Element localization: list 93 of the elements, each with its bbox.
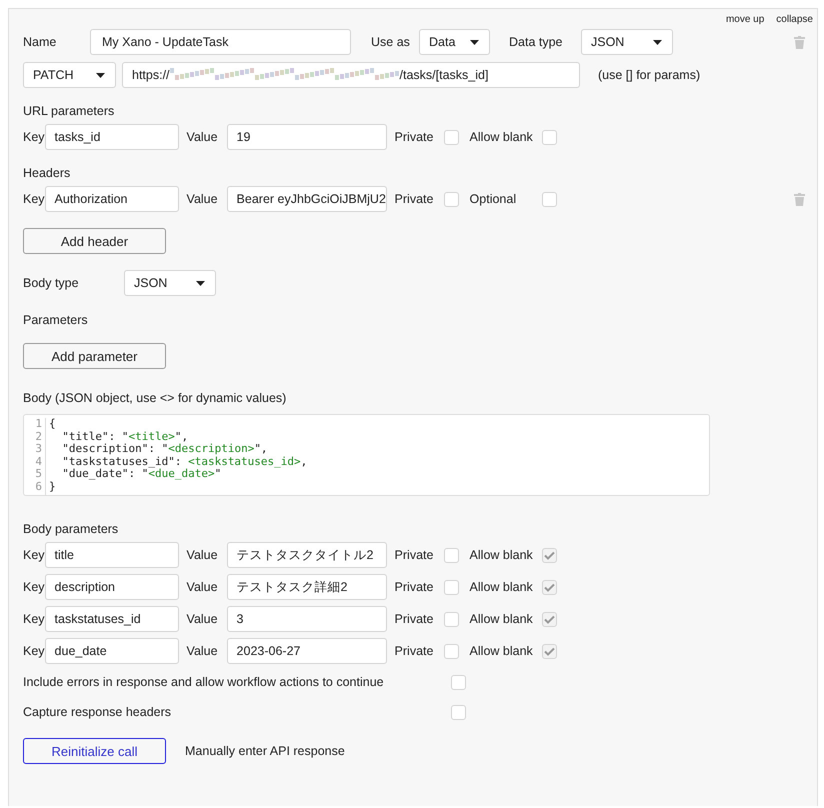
name-label: Name xyxy=(23,35,58,49)
value-field[interactable]: テストタスクタイトル2 xyxy=(226,542,387,568)
data-type-dropdown[interactable]: JSON xyxy=(581,29,673,55)
section-title: URL parameters xyxy=(23,104,116,118)
caret-icon xyxy=(96,72,105,78)
body-type-label: Body type xyxy=(23,276,80,290)
private-label: Private xyxy=(394,192,434,206)
private-label: Private xyxy=(394,130,434,144)
option-label: Allow blank xyxy=(470,130,534,144)
checkbox[interactable] xyxy=(451,704,466,720)
value-label: Value xyxy=(186,192,219,206)
key-label: Key xyxy=(23,192,45,206)
key-field[interactable]: description xyxy=(44,574,179,600)
checkbox[interactable] xyxy=(542,548,557,562)
key-field[interactable]: taskstatuses_id xyxy=(44,606,179,632)
line-number: 4 xyxy=(34,456,42,468)
key-label: Key xyxy=(23,130,45,144)
use-as-dropdown[interactable]: Data xyxy=(419,29,490,55)
data-type-label: Data type xyxy=(509,35,564,49)
checkbox[interactable] xyxy=(444,612,459,626)
value-label: Value xyxy=(186,580,219,594)
line-number: 6 xyxy=(34,480,42,493)
option-label: Allow blank xyxy=(470,580,534,594)
checkbox[interactable] xyxy=(542,644,557,658)
checkbox[interactable] xyxy=(444,580,459,594)
checkbox[interactable] xyxy=(542,612,557,626)
value-label: Value xyxy=(186,612,219,626)
checkbox[interactable] xyxy=(542,192,557,206)
private-label: Private xyxy=(394,612,434,626)
code-line: { xyxy=(49,418,57,430)
checkbox[interactable] xyxy=(444,130,459,144)
body-label: Body (JSON object, use <> for dynamic values) xyxy=(23,391,288,405)
option-label: Capture response headers xyxy=(23,705,172,719)
value-label: Value xyxy=(186,548,219,562)
header-link[interactable]: move up xyxy=(726,15,764,25)
value-field[interactable]: テストタスク詳細2 xyxy=(226,574,387,600)
section-title: Headers xyxy=(23,166,72,180)
option-label: Allow blank xyxy=(470,644,534,658)
line-number: 1 xyxy=(34,418,42,430)
value-field[interactable]: 2023-06-27 xyxy=(226,638,387,664)
trash-icon[interactable] xyxy=(794,192,805,206)
private-label: Private xyxy=(394,644,434,658)
line-number: 2 xyxy=(34,430,42,443)
checkbox[interactable] xyxy=(444,644,459,658)
private-label: Private xyxy=(394,548,434,562)
section-title: Parameters xyxy=(23,313,89,327)
value-label: Value xyxy=(186,644,219,658)
value-field[interactable]: Bearer eyJhbGciOiJBMjU2 xyxy=(226,186,387,212)
url-field[interactable]: https:// /tasks/[tasks_id] xyxy=(122,62,580,88)
caret-icon xyxy=(653,40,662,44)
manual-response-link[interactable]: Manually enter API response xyxy=(185,744,345,758)
value-field[interactable]: 3 xyxy=(226,606,387,632)
option-label: Include errors in response and allow workflow actions to continue xyxy=(23,675,385,689)
option-label: Optional xyxy=(470,192,518,206)
code-line: "due_date": "<due_date>" xyxy=(61,468,222,480)
option-label: Allow blank xyxy=(470,548,534,562)
use-as-label: Use as xyxy=(371,35,411,49)
trash-icon[interactable] xyxy=(794,36,805,48)
value-field[interactable]: 19 xyxy=(226,124,387,150)
code-line: "taskstatuses_id": <taskstatuses_id>, xyxy=(61,456,308,468)
caret-icon xyxy=(470,40,479,44)
code-line: "title": "<title>", xyxy=(61,430,190,443)
checkbox[interactable] xyxy=(542,130,557,144)
reinitialize-button[interactable]: Reinitialize call xyxy=(23,738,166,764)
add-parameter-button[interactable]: Add parameter xyxy=(23,343,166,369)
key-label: Key xyxy=(23,580,45,594)
add-header-button[interactable]: Add header xyxy=(23,228,166,254)
name-field[interactable]: My Xano - UpdateTask xyxy=(90,29,351,55)
caret-icon xyxy=(196,280,205,286)
body-type-dropdown[interactable]: JSON xyxy=(124,270,216,296)
checkbox[interactable] xyxy=(451,674,466,690)
section-title: Body parameters xyxy=(23,522,120,536)
checkbox[interactable] xyxy=(444,548,459,562)
header-link[interactable]: collapse xyxy=(776,15,813,25)
url-hint: (use [] for params) xyxy=(598,68,700,82)
line-number: 5 xyxy=(34,468,42,480)
key-field[interactable]: due_date xyxy=(44,638,179,664)
method-dropdown[interactable]: PATCH xyxy=(23,62,116,88)
checkbox[interactable] xyxy=(542,580,557,594)
key-field[interactable]: Authorization xyxy=(44,186,179,212)
checkbox[interactable] xyxy=(444,192,459,206)
key-label: Key xyxy=(23,548,45,562)
key-field[interactable]: title xyxy=(44,542,179,568)
private-label: Private xyxy=(394,580,434,594)
key-label: Key xyxy=(23,612,45,626)
option-label: Allow blank xyxy=(470,612,534,626)
line-number: 3 xyxy=(34,443,42,456)
key-label: Key xyxy=(23,644,45,658)
code-editor[interactable]: 1 2 3 4 5 6 { "title": "<title>", "description": "<description>", "taskstatuses_id": <taskstatuses_id>, "due_date": "<due_date>" } xyxy=(23,414,710,496)
code-line: } xyxy=(49,480,57,493)
code-line: "description": "<description>", xyxy=(61,443,269,456)
key-field[interactable]: tasks_id xyxy=(44,124,179,150)
value-label: Value xyxy=(186,130,219,144)
